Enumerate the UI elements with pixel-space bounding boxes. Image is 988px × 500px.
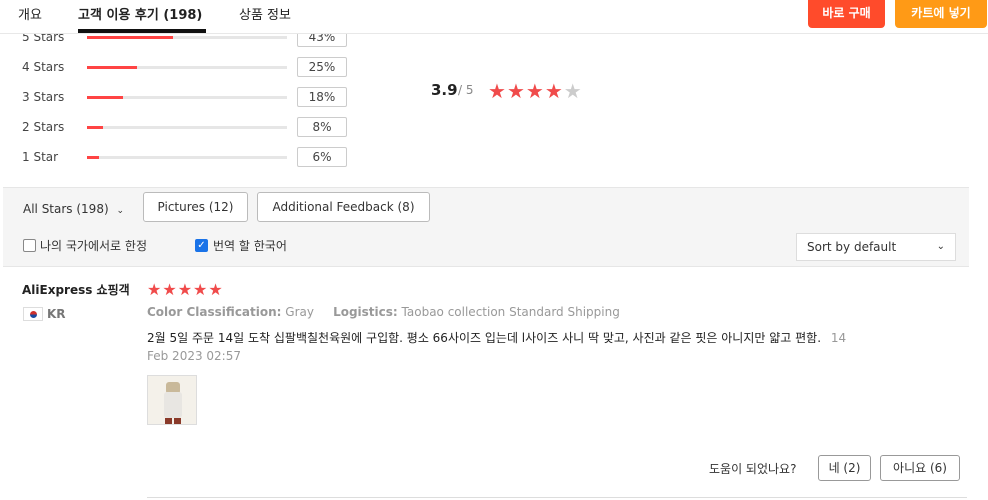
chevron-down-icon: ⌄: [116, 206, 125, 216]
local-only-checkbox[interactable]: [23, 239, 36, 252]
helpful-yes-button[interactable]: 네 (2): [818, 455, 871, 481]
star-icon: ★: [177, 280, 194, 299]
pictures-filter-button[interactable]: Pictures (12): [143, 192, 248, 222]
logistics-value: Taobao collection Standard Shipping: [401, 305, 620, 319]
color-value: Gray: [285, 305, 314, 319]
rating-row-label: 3 Stars: [22, 90, 65, 104]
rating-bar-fill: [87, 156, 99, 159]
rating-row-label: 2 Stars: [22, 120, 65, 134]
star-icon: ★: [193, 280, 209, 299]
rating-bar-fill: [87, 66, 137, 69]
all-stars-dropdown[interactable]: All Stars (198) ⌄: [23, 202, 124, 216]
reviewer-name: AliExpress 쇼핑객: [22, 283, 130, 297]
rating-percent: 8%: [297, 117, 347, 137]
rating-row-4[interactable]: 4 Stars 25%: [22, 57, 352, 77]
rating-scale: / 5: [458, 83, 474, 97]
rating-bar: [87, 36, 287, 39]
logistics-label: Logistics:: [333, 305, 398, 319]
additional-feedback-button[interactable]: Additional Feedback (8): [257, 192, 430, 222]
rating-bar: [87, 66, 287, 69]
tab-overview[interactable]: 개요: [18, 4, 42, 23]
rating-row-label: 1 Star: [22, 150, 59, 164]
star-icon: ★: [525, 79, 545, 103]
rating-percent: 6%: [297, 147, 347, 167]
korea-flag-icon: [23, 307, 43, 321]
sort-select-value: Sort by default: [807, 240, 897, 254]
all-stars-label: All Stars (198): [23, 202, 109, 216]
review-body: 2월 5일 주문 14일 도착 십팔백칠천육원에 구입함. 평소 66사이즈 입…: [147, 331, 822, 345]
rating-row-2[interactable]: 2 Stars 8%: [22, 117, 352, 137]
review-star-icons: ★★★★★: [147, 280, 224, 299]
rating-row-1[interactable]: 1 Star 6%: [22, 147, 352, 167]
buy-now-button[interactable]: 바로 구매: [808, 0, 885, 28]
star-icon: ★: [488, 79, 507, 103]
review-meta: Color Classification: Gray Logistics: Ta…: [147, 305, 620, 319]
star-icon: ★: [506, 79, 526, 103]
active-tab-indicator: [78, 29, 206, 33]
rating-row-label: 4 Stars: [22, 60, 65, 74]
average-star-icons: ★★★★★: [488, 79, 583, 103]
translate-label: 번역 할 한국어: [213, 239, 287, 253]
tab-product-info[interactable]: 상품 정보: [239, 4, 291, 23]
star-icon: ★: [147, 280, 163, 299]
add-to-cart-button[interactable]: 카트에 넣기: [895, 0, 987, 28]
average-rating: 3.9: [431, 81, 458, 99]
review-divider: [147, 497, 967, 498]
color-label: Color Classification:: [147, 305, 282, 319]
checkmark-icon: ✓: [197, 240, 206, 251]
translate-checkbox[interactable]: ✓: [195, 239, 208, 252]
chevron-down-icon: ⌄: [936, 241, 945, 252]
tab-reviews[interactable]: 고객 이용 후기 (198): [78, 4, 202, 23]
rating-row-3[interactable]: 3 Stars 18%: [22, 87, 352, 107]
review-photo-thumbnail[interactable]: [147, 375, 197, 425]
star-icon: ★: [162, 280, 178, 299]
rating-percent: 18%: [297, 87, 347, 107]
rating-bar: [87, 156, 287, 159]
rating-bar: [87, 96, 287, 99]
helpful-question: 도움이 되었나요?: [709, 462, 797, 476]
local-only-label: 나의 국가에서로 한정: [40, 239, 147, 253]
rating-bar: [87, 126, 287, 129]
reviewer-country: KR: [47, 307, 66, 321]
star-icon: ★: [544, 79, 564, 103]
review-text: 2월 5일 주문 14일 도착 십팔백칠천육원에 구입함. 평소 66사이즈 입…: [147, 329, 867, 365]
top-nav: 개요 고객 이용 후기 (198) 상품 정보 바로 구매 카트에 넣기: [0, 0, 988, 34]
helpful-no-button[interactable]: 아니요 (6): [880, 455, 960, 481]
rating-bar-fill: [87, 96, 123, 99]
rating-bar-fill: [87, 36, 173, 39]
star-icon: ★: [563, 79, 583, 103]
sort-select[interactable]: Sort by default ⌄: [796, 233, 956, 261]
rating-percent: 25%: [297, 57, 347, 77]
star-icon: ★: [208, 280, 224, 299]
rating-bar-fill: [87, 126, 103, 129]
